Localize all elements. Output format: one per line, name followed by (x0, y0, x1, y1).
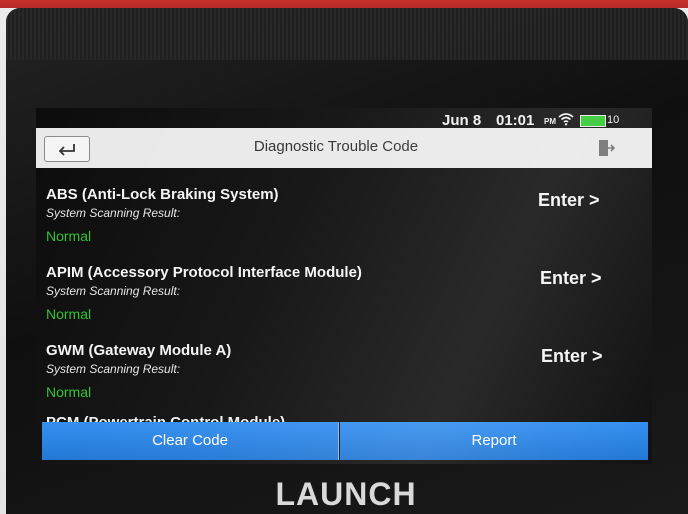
scan-result-label: System Scanning Result: (46, 362, 181, 376)
report-button[interactable]: Report (340, 422, 648, 460)
scan-result-label: System Scanning Result: (46, 284, 181, 298)
page-title: Diagnostic Trouble Code (253, 138, 419, 155)
wifi-icon (558, 113, 574, 126)
status-bar: Jun 8 01:01 PM 10 (36, 108, 652, 129)
module-list: ABS (Anti-Lock Braking System) System Sc… (36, 168, 652, 420)
exit-icon[interactable] (596, 138, 616, 158)
clear-code-button[interactable]: Clear Code (42, 422, 339, 460)
list-item: APIM (Accessory Protocol Interface Modul… (36, 246, 652, 324)
status-date: Jun 8 (442, 112, 482, 129)
scan-result-value: Normal (46, 306, 92, 322)
status-time: 01:01 (496, 112, 535, 129)
list-item: GWM (Gateway Module A) System Scanning R… (36, 324, 652, 402)
back-button[interactable] (44, 136, 90, 162)
scan-result-label: System Scanning Result: (46, 206, 181, 220)
list-item: ABS (Anti-Lock Braking System) System Sc… (36, 168, 652, 246)
battery-icon (580, 115, 606, 127)
enter-button[interactable]: Enter > (538, 190, 600, 211)
module-name: GWM (Gateway Module A) (46, 342, 232, 359)
back-arrow-icon (58, 144, 75, 156)
scan-result-value: Normal (46, 228, 92, 244)
status-ampm: PM (544, 117, 556, 126)
brand-logo: LAUNCH (275, 476, 417, 512)
bezel-top-texture (6, 8, 688, 60)
enter-button[interactable]: Enter > (541, 346, 603, 367)
bottom-action-bar: Clear Code Report (42, 422, 648, 460)
battery-level: 10 (607, 114, 620, 126)
scan-result-value: Normal (46, 384, 92, 400)
title-bar: Diagnostic Trouble Code (36, 128, 652, 168)
device-screen: Jun 8 01:01 PM 10 Diagnostic Trouble Cod… (36, 108, 652, 464)
module-name: ABS (Anti-Lock Braking System) (46, 186, 279, 203)
enter-button[interactable]: Enter > (540, 268, 602, 289)
module-name: APIM (Accessory Protocol Interface Modul… (46, 264, 362, 281)
